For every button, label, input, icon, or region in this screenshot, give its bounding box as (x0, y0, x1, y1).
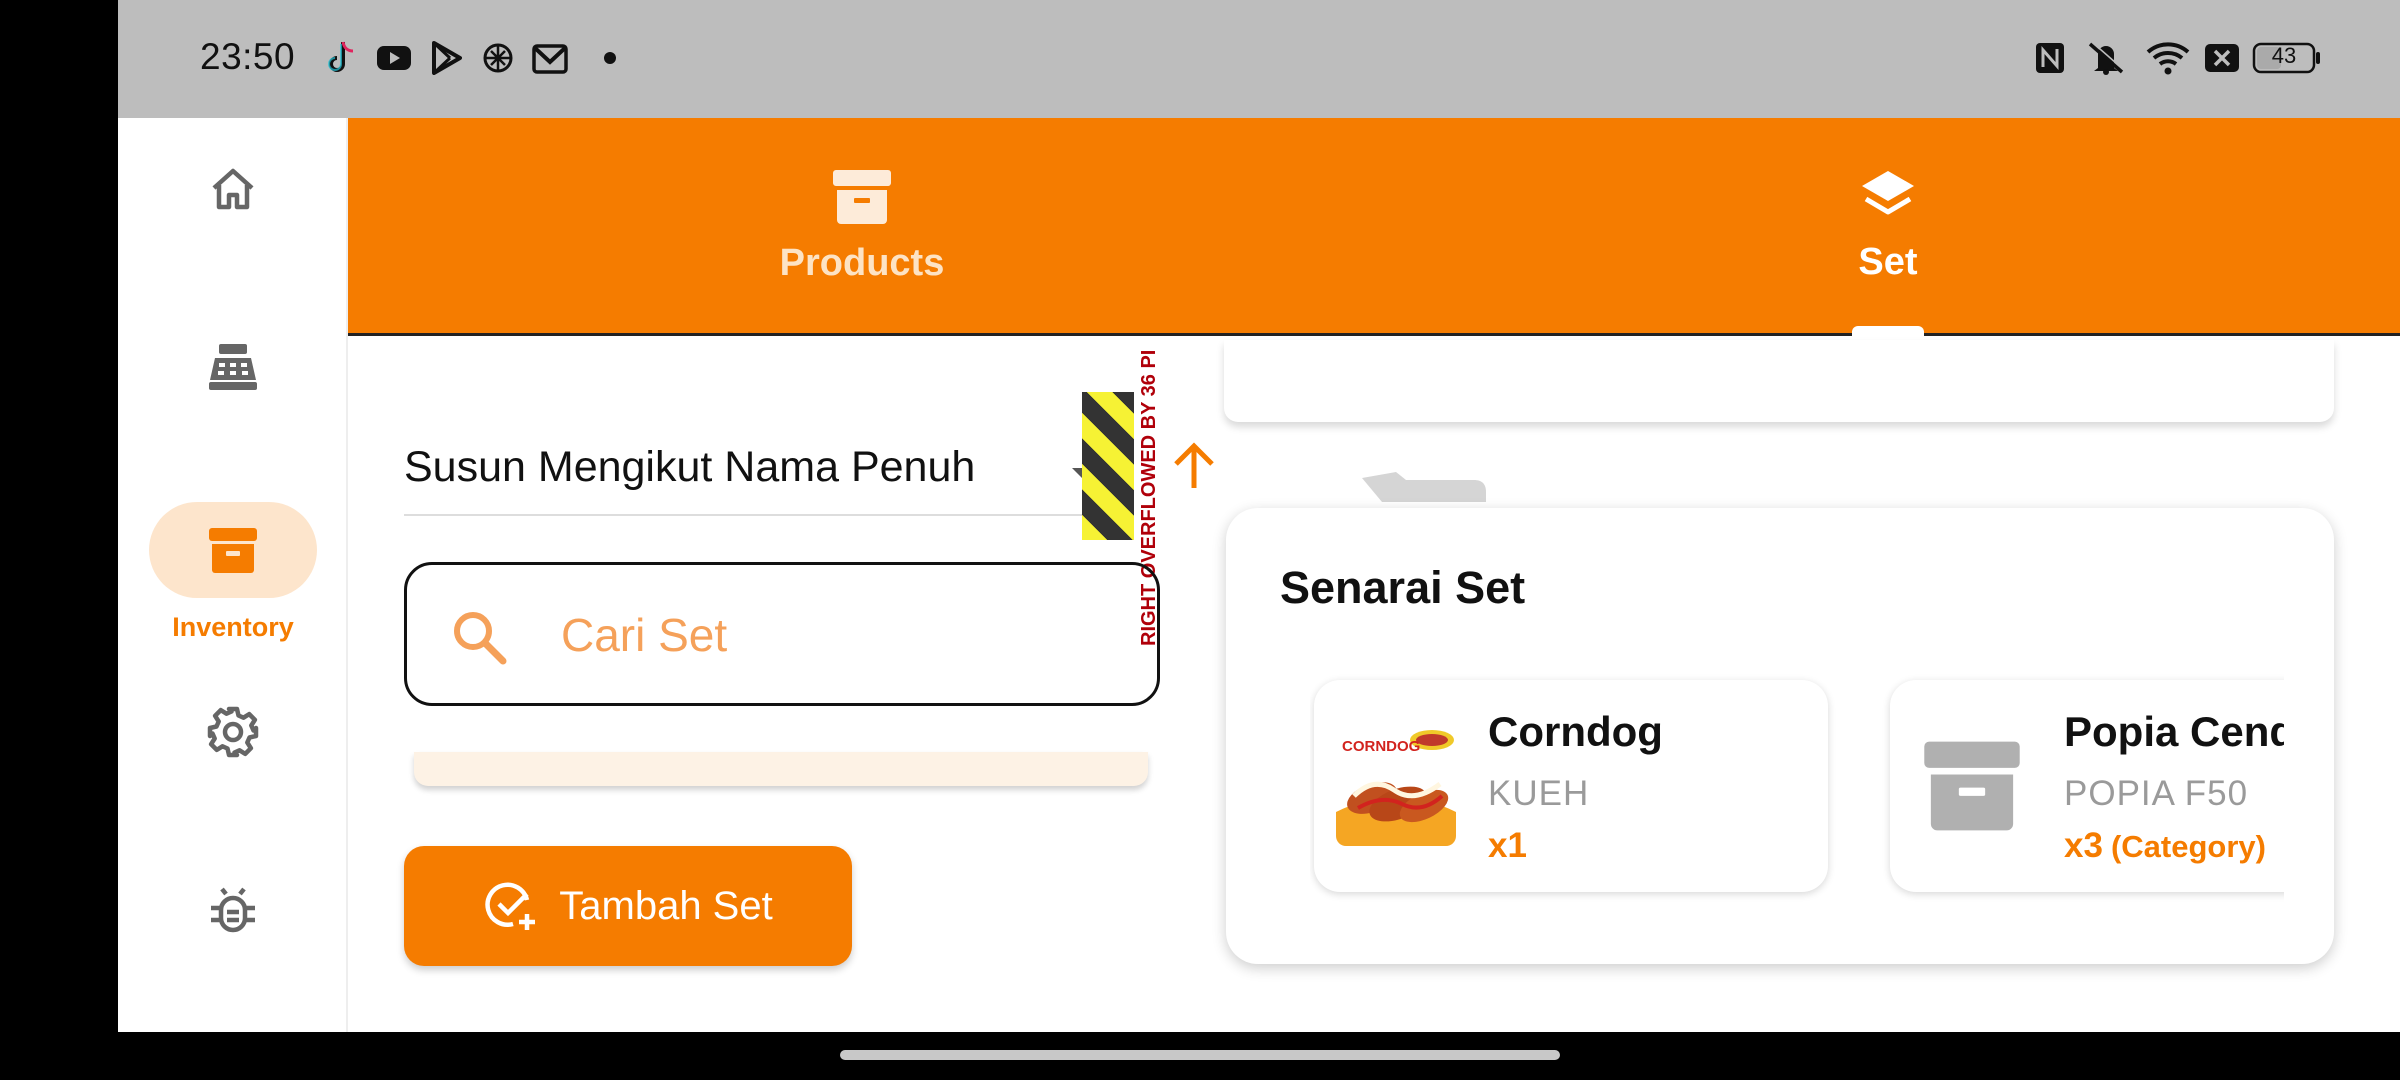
set-item-name: Corndog (1488, 708, 1663, 755)
sort-dropdown[interactable]: Susun Mengikut Nama Penuh (404, 420, 1100, 516)
rail-item-home[interactable] (118, 164, 348, 214)
gesture-navigation-bar[interactable] (840, 1050, 1560, 1060)
inventory-box-icon (209, 528, 257, 573)
chatgpt-icon (480, 40, 516, 76)
corndog-photo-text: CORNDOG (1342, 738, 1421, 755)
set-item-quantity: x3 (Category) (2064, 826, 2266, 865)
overflow-warning-stripe (1082, 392, 1134, 540)
add-set-button[interactable]: Tambah Set (404, 846, 852, 966)
set-detail-card-edge (1224, 340, 2334, 422)
set-list-item[interactable]: CORNDOG Corndog KUEH x1 (1314, 680, 1828, 892)
search-icon (454, 612, 507, 665)
youtube-icon (376, 40, 412, 76)
archive-box-icon (1912, 726, 2032, 846)
tab-label: Set (1858, 241, 1918, 283)
sort-dropdown-value: Susun Mengikut Nama Penuh (404, 442, 976, 491)
archive-box-icon (833, 170, 891, 224)
set-item-category: KUEH (1488, 774, 1590, 813)
gmail-icon (532, 40, 568, 76)
set-item-quantity-note: (Category) (2110, 829, 2266, 864)
tab-label: Products (779, 242, 945, 284)
rail-item-label: Inventory (172, 612, 294, 642)
rail-item-debug[interactable] (118, 884, 348, 938)
nfc-icon (2032, 40, 2068, 76)
home-icon (212, 168, 254, 210)
set-item-name: Popia Cend (2064, 708, 2284, 755)
layers-icon (1862, 171, 1914, 215)
bug-icon (211, 887, 255, 933)
status-bar: 23:50 43 (118, 0, 2400, 118)
set-list-card: Senarai Set CORNDOG Corndog KUEH x1 Popi… (1226, 508, 2334, 964)
tab-bar: Products Set (348, 118, 2400, 336)
rail-item-inventory[interactable]: Inventory (118, 502, 348, 643)
search-input[interactable] (561, 595, 1121, 675)
background-decoration-icon (1362, 472, 1486, 502)
tab-set[interactable]: Set (1376, 118, 2400, 336)
rail-item-pos[interactable] (118, 340, 348, 394)
status-time: 23:50 (200, 36, 296, 77)
battery-level: 43 (2271, 43, 2297, 68)
cash-register-icon (209, 344, 257, 390)
filter-panel-collapsed (414, 752, 1148, 786)
search-field[interactable] (404, 562, 1160, 706)
corndog-photo: CORNDOG (1336, 726, 1456, 846)
set-item-category: POPIA F50 (2064, 774, 2249, 813)
set-list-item[interactable]: Popia Cend POPIA F50 x3 (Category) (1890, 680, 2284, 892)
set-item-quantity: x1 (1488, 826, 1527, 865)
set-list-scroller[interactable]: CORNDOG Corndog KUEH x1 Popia Cend POPIA… (1310, 672, 2284, 902)
more-notifications-dot (604, 52, 616, 64)
selected-tab-indicator (1852, 326, 1924, 336)
wifi-icon (2146, 40, 2190, 76)
battery-icon: 43 (2252, 40, 2322, 76)
settings-gear-icon (207, 706, 259, 758)
set-list-title: Senarai Set (1280, 562, 1526, 613)
rail-active-indicator (149, 502, 317, 598)
vibrate-off-icon (2084, 40, 2128, 76)
add-check-circle-icon (485, 882, 536, 930)
tiktok-icon (324, 40, 360, 76)
sort-ascending-arrow-icon[interactable] (1164, 436, 1224, 496)
no-sim-icon (2204, 40, 2240, 76)
rail-item-settings[interactable] (118, 704, 348, 760)
play-store-icon (428, 40, 464, 76)
tab-products[interactable]: Products (348, 118, 1376, 333)
navigation-rail: Inventory (118, 118, 348, 1032)
app-screen: 23:50 43 Inventory Products Set Susun Me… (118, 0, 2400, 1032)
add-set-button-label: Tambah Set (559, 883, 773, 928)
